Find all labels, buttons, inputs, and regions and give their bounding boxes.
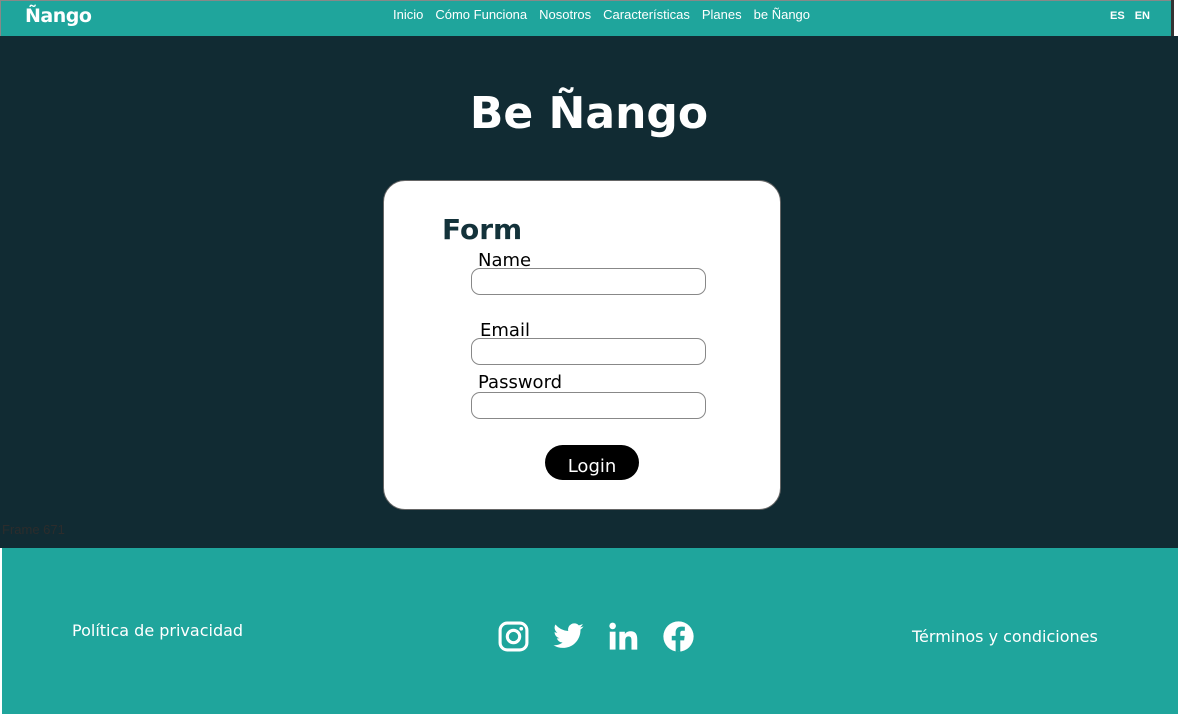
form-card: Form Name Email Password Login <box>383 180 781 510</box>
password-input[interactable] <box>471 392 706 419</box>
language-switcher: ES EN <box>1110 10 1150 22</box>
nav-link-inicio[interactable]: Inicio <box>393 7 423 22</box>
nav-links: Inicio Cómo Funciona Nosotros Caracterís… <box>393 7 810 22</box>
terms-link[interactable]: Términos y condiciones <box>912 627 1098 646</box>
password-label: Password <box>478 372 563 393</box>
instagram-icon[interactable] <box>497 620 530 653</box>
navbar-edge <box>1171 0 1174 37</box>
nav-link-nosotros[interactable]: Nosotros <box>539 7 591 22</box>
twitter-icon[interactable] <box>552 620 585 653</box>
nav-link-be-nango[interactable]: be Ñango <box>754 7 810 22</box>
linkedin-icon[interactable] <box>607 620 640 653</box>
lang-es-button[interactable]: ES <box>1110 10 1125 22</box>
nav-link-como-funciona[interactable]: Cómo Funciona <box>435 7 527 22</box>
lang-en-button[interactable]: EN <box>1135 10 1150 22</box>
email-input[interactable] <box>471 338 706 365</box>
nav-link-caracteristicas[interactable]: Características <box>603 7 690 22</box>
login-button[interactable]: Login <box>545 445 639 480</box>
facebook-icon[interactable] <box>662 620 695 653</box>
brand-logo[interactable]: Ñango <box>25 5 92 27</box>
page-title: Be Ñango <box>469 88 709 139</box>
footer: Política de privacidad Términos y condic… <box>2 548 1178 714</box>
name-input[interactable] <box>471 268 706 295</box>
social-icons <box>497 620 695 653</box>
top-navbar: Ñango Inicio Cómo Funciona Nosotros Cara… <box>0 0 1172 36</box>
frame-label: Frame 671 <box>2 522 65 537</box>
nav-link-planes[interactable]: Planes <box>702 7 742 22</box>
hero-section: Be Ñango Form Name Email Password Login … <box>0 36 1178 548</box>
form-title: Form <box>442 213 523 246</box>
privacy-policy-link[interactable]: Política de privacidad <box>72 621 243 640</box>
